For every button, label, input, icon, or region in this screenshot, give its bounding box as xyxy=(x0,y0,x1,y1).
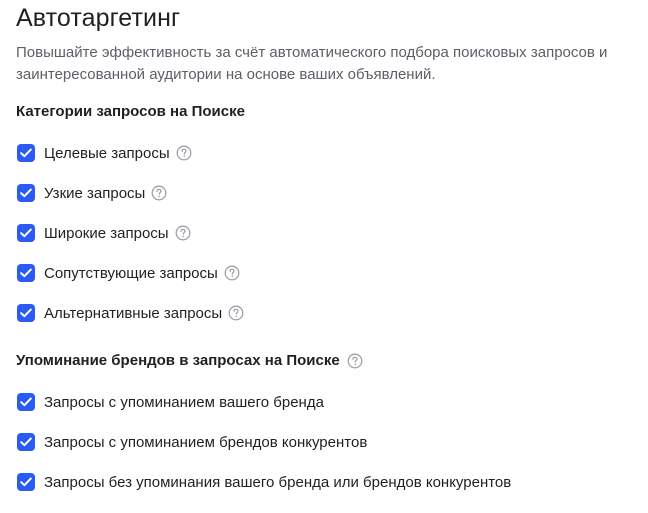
brand-mentions-list: Запросы с упоминанием вашего бренда Запр… xyxy=(16,382,640,502)
checkbox-checked-icon[interactable] xyxy=(17,184,35,202)
autotargeting-panel: Автотаргетинг Повышайте эффективность за… xyxy=(16,0,640,502)
brand-mentions-title: Упоминание брендов в запросах на Поиске xyxy=(16,351,640,371)
checkbox-checked-icon[interactable] xyxy=(17,433,35,451)
checkbox-checked-icon[interactable] xyxy=(17,393,35,411)
checkbox-alternative-queries[interactable]: Альтернативные запросы xyxy=(16,293,640,333)
checkbox-label[interactable]: Сопутствующие запросы xyxy=(44,265,218,282)
checkbox-checked-icon[interactable] xyxy=(17,264,35,282)
checkbox-narrow-queries[interactable]: Узкие запросы xyxy=(16,173,640,213)
checkbox-target-queries[interactable]: Целевые запросы xyxy=(16,133,640,173)
checkbox-own-brand-queries[interactable]: Запросы с упоминанием вашего бренда xyxy=(16,382,640,422)
question-circle-icon[interactable] xyxy=(228,305,244,321)
search-categories-title: Категории запросов на Поиске xyxy=(16,102,640,122)
question-circle-icon[interactable] xyxy=(224,265,240,281)
checkbox-label[interactable]: Запросы с упоминанием брендов конкуренто… xyxy=(44,434,367,451)
checkbox-label[interactable]: Узкие запросы xyxy=(44,185,145,202)
checkbox-checked-icon[interactable] xyxy=(17,304,35,322)
checkbox-label[interactable]: Целевые запросы xyxy=(44,145,170,162)
question-circle-icon[interactable] xyxy=(176,145,192,161)
checkbox-related-queries[interactable]: Сопутствующие запросы xyxy=(16,253,640,293)
question-circle-icon[interactable] xyxy=(347,353,363,369)
page-description: Повышайте эффективность за счёт автомати… xyxy=(16,44,608,83)
checkbox-label[interactable]: Альтернативные запросы xyxy=(44,305,222,322)
brand-mentions-title-text: Упоминание брендов в запросах на Поиске xyxy=(16,352,340,369)
question-circle-icon[interactable] xyxy=(175,225,191,241)
search-categories-list: Целевые запросы Узкие запросы Широкие за… xyxy=(16,133,640,333)
search-categories-title-text: Категории запросов на Поиске xyxy=(16,103,245,120)
question-circle-icon[interactable] xyxy=(151,185,167,201)
checkbox-broad-queries[interactable]: Широкие запросы xyxy=(16,213,640,253)
page-title: Автотаргетинг xyxy=(16,4,181,32)
checkbox-label[interactable]: Запросы без упоминания вашего бренда или… xyxy=(44,474,511,491)
checkbox-checked-icon[interactable] xyxy=(17,224,35,242)
checkbox-competitor-brand-queries[interactable]: Запросы с упоминанием брендов конкуренто… xyxy=(16,422,640,462)
checkbox-no-brand-queries[interactable]: Запросы без упоминания вашего бренда или… xyxy=(16,462,640,502)
checkbox-checked-icon[interactable] xyxy=(17,144,35,162)
checkbox-label[interactable]: Запросы с упоминанием вашего бренда xyxy=(44,394,324,411)
checkbox-label[interactable]: Широкие запросы xyxy=(44,225,169,242)
checkbox-checked-icon[interactable] xyxy=(17,473,35,491)
